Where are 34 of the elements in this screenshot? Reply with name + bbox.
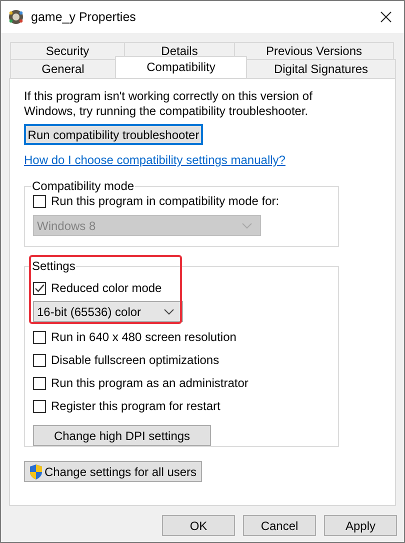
checkbox-label[interactable]: Reduced color mode [51,281,162,295]
checkbox[interactable] [33,330,46,344]
checkbox-label[interactable]: Disable fullscreen optimizations [51,353,220,367]
chevron-icon [242,222,252,228]
tab[interactable]: Previous Versions [234,42,394,59]
dialog-button[interactable]: OK [162,515,235,536]
tab[interactable]: Security [10,42,125,59]
all-users-button[interactable]: Change settings for all users [24,461,202,482]
checkbox-label[interactable]: Register this program for restart [51,399,220,413]
close-icon[interactable] [380,11,392,23]
checkbox[interactable] [33,376,46,390]
group-label: Compatibility mode [31,179,136,193]
checkbox[interactable] [33,194,46,208]
tab[interactable]: Compatibility [115,56,247,78]
window-title: game_y Properties [31,10,137,24]
dialog-button[interactable]: Apply [324,515,397,536]
checkbox-label[interactable]: Run this program as an administrator [51,376,248,390]
checkbox[interactable] [33,282,46,294]
app-icon [8,9,24,25]
group-label: Settings [31,259,76,273]
tab[interactable]: Digital Signatures [246,59,396,78]
help-link[interactable]: How do I choose compatibility settings manually? [24,153,286,167]
checkbox-label[interactable]: Run this program in compatibility mode for: [51,194,280,208]
tab[interactable]: General [10,59,116,78]
intro-text: If this program isn't working correctly on this version of Windows, try running the compatibility troubleshooter. [24,89,314,119]
high-dpi-button[interactable]: Change high DPI settings [33,425,211,446]
dropdown[interactable]: 16-bit (65536) color [33,301,183,322]
checkbox[interactable] [33,354,46,366]
dialog-button[interactable]: Cancel [243,515,316,536]
chevron-icon [164,308,174,314]
troubleshooter-button[interactable]: Run compatibility troubleshooter [24,124,203,145]
checkbox-label[interactable]: Run in 640 x 480 screen resolution [51,330,236,344]
checkbox[interactable] [33,400,46,412]
shield-icon [29,464,44,480]
